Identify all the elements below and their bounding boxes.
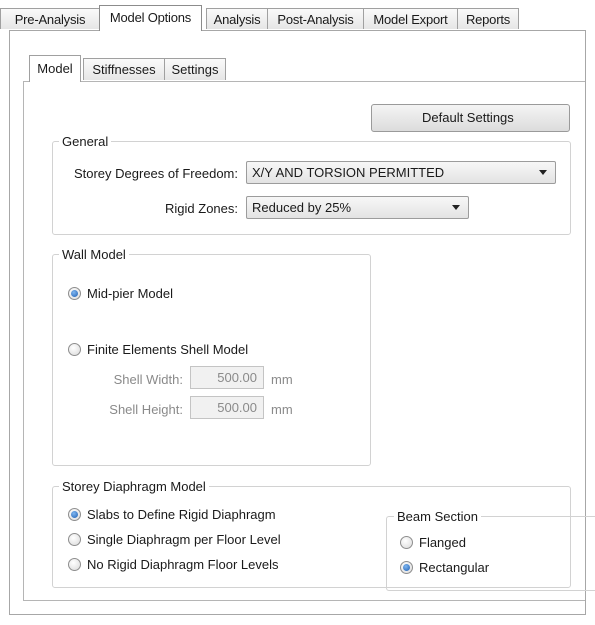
mid-pier-model-label: Mid-pier Model [87, 286, 173, 301]
shell-model-label: Finite Elements Shell Model [87, 342, 249, 357]
radio-button[interactable] [400, 561, 413, 574]
tab-model[interactable]: Model [29, 55, 81, 82]
single-diaphragm-label: Single Diaphragm per Floor Level [87, 532, 281, 547]
radio-button[interactable] [68, 558, 81, 571]
beam-section-group [386, 516, 595, 591]
shell-width-unit: mm [271, 372, 293, 387]
radio-button[interactable] [68, 508, 81, 521]
tab-pre-analysis[interactable]: Pre-Analysis [0, 8, 100, 29]
tab-analysis[interactable]: Analysis [206, 8, 268, 29]
tab-settings[interactable]: Settings [164, 58, 226, 80]
wall-model-group-title: Wall Model [59, 247, 129, 262]
rectangular-label: Rectangular [419, 560, 490, 575]
shell-height-label: Shell Height: [109, 402, 183, 417]
flanged-label: Flanged [419, 535, 466, 550]
rigid-zones-value: Reduced by 25% [252, 200, 352, 215]
tab-reports[interactable]: Reports [457, 8, 519, 29]
tab-stiffnesses[interactable]: Stiffnesses [83, 58, 165, 80]
mid-pier-model-radio[interactable]: Mid-pier Model [68, 286, 268, 302]
single-diaphragm-radio[interactable]: Single Diaphragm per Floor Level [68, 532, 368, 548]
shell-height-unit: mm [271, 402, 293, 417]
rectangular-radio[interactable]: Rectangular [400, 560, 520, 576]
radio-button[interactable] [68, 287, 81, 300]
shell-width-label: Shell Width: [113, 372, 183, 387]
storey-diaphragm-group-title: Storey Diaphragm Model [59, 479, 209, 494]
general-group [52, 141, 571, 235]
shell-width-input[interactable]: 500.00 [190, 366, 264, 389]
rigid-zones-label: Rigid Zones: [165, 201, 238, 216]
storey-dof-select[interactable]: X/Y AND TORSION PERMITTED [246, 161, 556, 184]
flanged-radio[interactable]: Flanged [400, 535, 520, 551]
tab-post-analysis[interactable]: Post-Analysis [267, 8, 364, 29]
slabs-rigid-diaphragm-label: Slabs to Define Rigid Diaphragm [87, 507, 276, 522]
shell-height-input[interactable]: 500.00 [190, 396, 264, 419]
chevron-down-icon [539, 170, 547, 175]
default-settings-button[interactable]: Default Settings [371, 104, 570, 132]
no-rigid-diaphragm-label: No Rigid Diaphragm Floor Levels [87, 557, 279, 572]
storey-dof-value: X/Y AND TORSION PERMITTED [252, 165, 445, 180]
no-rigid-diaphragm-radio[interactable]: No Rigid Diaphragm Floor Levels [68, 557, 368, 573]
main-tabstrip: Pre-Analysis Model Options Analysis Post… [0, 0, 595, 31]
rigid-zones-select[interactable]: Reduced by 25% [246, 196, 469, 219]
shell-model-radio[interactable]: Finite Elements Shell Model [68, 342, 288, 358]
radio-button[interactable] [400, 536, 413, 549]
general-group-title: General [59, 134, 112, 149]
beam-section-group-title: Beam Section [394, 509, 481, 524]
chevron-down-icon [452, 205, 460, 210]
radio-button[interactable] [68, 343, 81, 356]
storey-dof-label: Storey Degrees of Freedom: [73, 166, 238, 181]
slabs-rigid-diaphragm-radio[interactable]: Slabs to Define Rigid Diaphragm [68, 507, 368, 523]
tab-model-export[interactable]: Model Export [363, 8, 458, 29]
tab-model-options[interactable]: Model Options [99, 5, 202, 31]
radio-button[interactable] [68, 533, 81, 546]
